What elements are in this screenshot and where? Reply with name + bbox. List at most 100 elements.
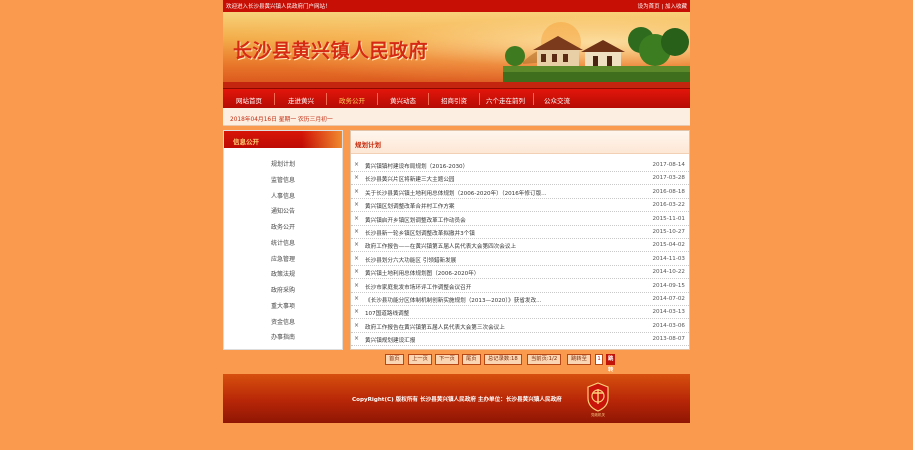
bullet-icon: ×: [354, 321, 360, 329]
top-links: 设为首页 | 加入收藏: [638, 2, 687, 10]
bullet-icon: ×: [354, 295, 360, 302]
article-date: 2014-09-15: [652, 282, 685, 289]
list-item[interactable]: × 政府工作报告——在黄兴镇第五届人民代表大会第四次会议上 2015-04-02: [351, 239, 689, 253]
sidebar-item-supervision[interactable]: 监管信息: [224, 175, 342, 184]
article-date: 2017-08-14: [652, 162, 685, 168]
list-item[interactable]: × 《长沙县功能分区体制机制创新实施规划（2013—2020）》获省发改... 20…: [351, 293, 689, 306]
last-page-button[interactable]: 尾页: [462, 354, 481, 365]
article-title[interactable]: 长沙县新一轮乡镇区划调整改革拟撤并3个镇: [365, 229, 650, 237]
article-title[interactable]: 黄兴镇规划建设汇报: [365, 336, 650, 344]
sidebar-item-major-matters[interactable]: 重大事项: [224, 301, 342, 310]
list-item[interactable]: × 关于长沙县黄兴镇土地利用总体规划（2006-2020年）（2016年修订版..…: [351, 186, 689, 199]
article-date: 2015-11-01: [652, 215, 685, 222]
list-item[interactable]: × 长沙市家庭批发市场环评工作调整会议召开 2014-09-15: [351, 280, 689, 293]
article-date: 2015-04-02: [652, 242, 685, 249]
total-records: 总记录数:18: [484, 354, 522, 365]
sidebar-item-statistics[interactable]: 统计信息: [224, 238, 342, 247]
top-bar: 欢迎进入长沙县黄兴镇人民政府门户网站！ 设为首页 | 加入收藏: [223, 0, 690, 12]
article-date: 2015-10-27: [652, 229, 685, 235]
list-item[interactable]: × 长沙县新一轮乡镇区划调整改革拟撤并3个镇 2015-10-27: [351, 226, 689, 239]
article-date: 2014-03-13: [652, 309, 685, 316]
article-title[interactable]: 长沙县划分六大功能区 引领錯新发展: [365, 256, 650, 264]
sidebar-item-gov-affairs[interactable]: 政务公开: [224, 222, 342, 231]
bullet-icon: ×: [354, 228, 360, 235]
nav-item-gov-affairs[interactable]: 政务公开: [339, 95, 365, 105]
list-item[interactable]: × 黄兴镇规划建设汇报 2013-08-07: [351, 333, 689, 347]
list-item[interactable]: × 长沙县黄兴片区将新建三大主题公园 2017-03-28: [351, 172, 689, 186]
sidebar-item-regulations[interactable]: 政策法规: [224, 269, 342, 278]
nav-item-public-exchange[interactable]: 公众交流: [544, 95, 570, 105]
bullet-icon: ×: [354, 281, 360, 289]
first-page-button[interactable]: 首页: [385, 354, 404, 365]
article-date: 2014-10-22: [652, 269, 685, 276]
list-item[interactable]: × 长沙县划分六大功能区 引领錯新发展 2014-11-03: [351, 253, 689, 266]
copyright-text: CopyRight(C) 版权所有 长沙县黄兴镇人民政府 主办单位：长沙县黄兴镇…: [352, 397, 562, 403]
gov-emblem-icon[interactable]: [587, 382, 609, 412]
content-panel: 规划计划 × 黄兴镇镇村建设布局规划（2016-2030） 2017-08-14 ×…: [350, 130, 690, 350]
emblem-label: 党政机关: [591, 413, 605, 417]
nav-item-investment[interactable]: 招商引资: [441, 95, 467, 105]
list-item[interactable]: × 黄兴镇区划调整改革合并村工作方案 2016-03-22: [351, 199, 689, 213]
bullet-icon: ×: [354, 268, 360, 276]
set-home-link[interactable]: 设为首页: [638, 4, 660, 10]
article-title[interactable]: 《长沙县功能分区体制机制创新实施规划（2013—2020）》获省发改...: [365, 296, 650, 304]
go-button[interactable]: 跳转: [606, 354, 616, 373]
list-item[interactable]: × 黄兴镇启开乡镇区划调整改革工作动员会 2015-11-01: [351, 213, 689, 226]
list-item[interactable]: × 黄兴镇土地利用总体规划图（2006-2020年） 2014-10-22: [351, 266, 689, 280]
nav-separator: [428, 93, 429, 105]
sidebar-item-notices[interactable]: 通知公告: [224, 206, 342, 215]
article-title[interactable]: 长沙县黄兴片区将新建三大主题公园: [365, 175, 650, 183]
nav-separator: [274, 93, 275, 105]
article-title[interactable]: 黄兴镇区划调整改革合并村工作方案: [365, 202, 650, 210]
sidebar: 信息公开 规划计划 监管信息 人事信息 通知公告 政务公开 统计信息 应急管理 …: [223, 130, 343, 350]
nav-separator: [326, 93, 327, 105]
bullet-icon: ×: [354, 201, 360, 209]
article-date: 2016-08-18: [652, 188, 685, 195]
article-title[interactable]: 长沙市家庭批发市场环评工作调整会议召开: [365, 283, 650, 291]
sidebar-header-decoration: [302, 131, 342, 148]
nav-separator: [533, 93, 534, 105]
footer: CopyRight(C) 版权所有 长沙县黄兴镇人民政府 主办单位：长沙县黄兴镇…: [223, 374, 690, 423]
content-title: 规划计划: [355, 141, 381, 149]
nav-separator: [479, 93, 480, 105]
sidebar-item-guide[interactable]: 办事指南: [224, 332, 342, 341]
sidebar-item-procurement[interactable]: 政府采购: [224, 285, 342, 294]
main-nav: 网站首页 走进黄兴 政务公开 黄兴动态 招商引资 六个走在前列 公众交流: [223, 88, 690, 108]
bullet-icon: ×: [354, 214, 360, 222]
article-title[interactable]: 黄兴镇启开乡镇区划调整改革工作动员会: [365, 216, 650, 224]
article-title[interactable]: 107国道路线调整: [365, 309, 650, 317]
bullet-icon: ×: [354, 174, 360, 182]
article-date: 2014-07-02: [652, 296, 685, 302]
jump-label: 跳转至: [567, 354, 591, 365]
content-header: 规划计划: [351, 131, 689, 154]
link-separator: |: [661, 4, 664, 10]
article-title[interactable]: 黄兴镇镇村建设布局规划（2016-2030）: [365, 162, 650, 170]
article-title[interactable]: 政府工作报告在黄兴镇第五届人民代表大会第三次会议上: [365, 323, 650, 331]
sidebar-item-funds[interactable]: 资金信息: [224, 317, 342, 326]
sidebar-item-emergency[interactable]: 应急管理: [224, 254, 342, 263]
welcome-text: 欢迎进入长沙县黄兴镇人民政府门户网站！: [226, 4, 331, 10]
article-date: 2016-03-22: [652, 202, 685, 209]
sidebar-title: 信息公开: [233, 138, 259, 146]
page-number-input[interactable]: 1: [595, 354, 603, 365]
site-title: 长沙县黄兴镇人民政府: [233, 40, 429, 62]
sidebar-item-personnel[interactable]: 人事信息: [224, 191, 342, 200]
bullet-icon: ×: [354, 187, 360, 195]
prev-page-button[interactable]: 上一页: [408, 354, 432, 365]
add-favorite-link[interactable]: 加入收藏: [665, 4, 687, 10]
nav-item-six-firsts[interactable]: 六个走在前列: [486, 95, 525, 105]
list-item[interactable]: × 政府工作报告在黄兴镇第五届人民代表大会第三次会议上 2014-03-06: [351, 320, 689, 333]
current-date: 2018年04月16日 星期一 农历三月初一: [230, 117, 333, 123]
nav-item-about[interactable]: 走进黄兴: [288, 95, 314, 105]
sidebar-header: 信息公开: [224, 131, 342, 148]
article-title[interactable]: 政府工作报告——在黄兴镇第五届人民代表大会第四次会议上: [365, 242, 650, 250]
next-page-button[interactable]: 下一页: [435, 354, 459, 365]
banner-building-image: [503, 22, 690, 82]
article-title[interactable]: 黄兴镇土地利用总体规划图（2006-2020年）: [365, 269, 650, 277]
nav-item-home[interactable]: 网站首页: [236, 95, 262, 105]
nav-item-news[interactable]: 黄兴动态: [390, 95, 416, 105]
sidebar-item-plans[interactable]: 规划计划: [224, 159, 342, 168]
list-item[interactable]: × 107国道路线调整 2014-03-13: [351, 306, 689, 320]
list-item[interactable]: × 黄兴镇镇村建设布局规划（2016-2030） 2017-08-14: [351, 159, 689, 172]
article-title[interactable]: 关于长沙县黄兴镇土地利用总体规划（2006-2020年）（2016年修订版...: [365, 189, 650, 197]
